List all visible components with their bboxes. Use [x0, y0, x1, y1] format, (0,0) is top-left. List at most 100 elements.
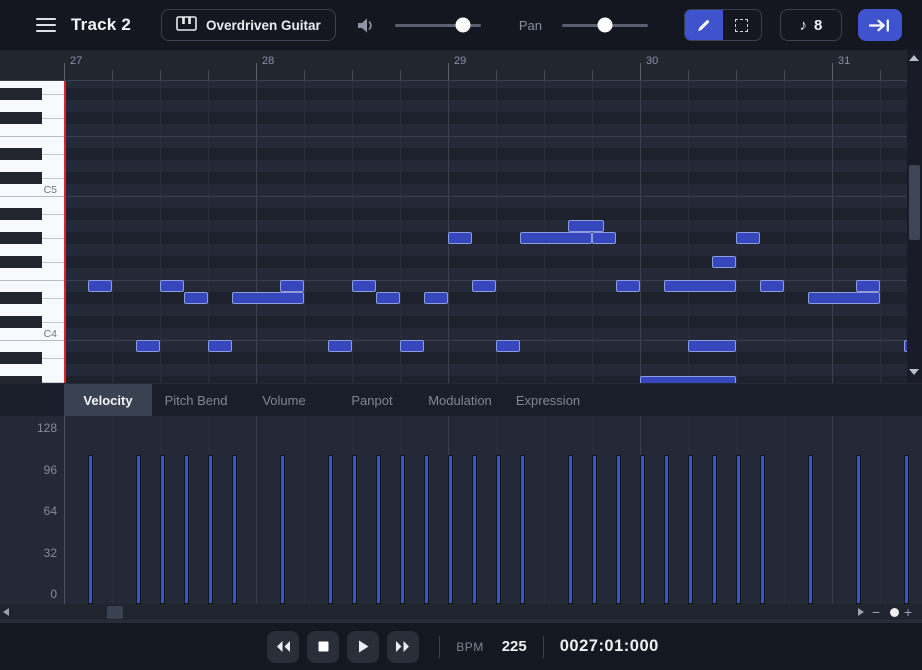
rewind-button[interactable]	[267, 631, 299, 663]
speaker-icon[interactable]	[356, 17, 377, 34]
midi-note[interactable]	[280, 280, 304, 292]
velocity-bar[interactable]	[352, 455, 357, 604]
velocity-bar[interactable]	[712, 455, 717, 604]
velocity-bar[interactable]	[232, 455, 237, 604]
velocity-bar[interactable]	[160, 455, 165, 604]
midi-note[interactable]	[496, 340, 520, 352]
measure-ruler[interactable]: 2728293031	[0, 50, 922, 81]
piano-key-black[interactable]	[0, 256, 42, 268]
tab-expression[interactable]: Expression	[504, 384, 592, 416]
midi-note[interactable]	[736, 232, 760, 244]
velocity-bar[interactable]	[664, 455, 669, 604]
velocity-bar[interactable]	[688, 455, 693, 604]
midi-note[interactable]	[616, 280, 640, 292]
scroll-right-icon[interactable]	[858, 608, 864, 616]
play-button[interactable]	[347, 631, 379, 663]
midi-note[interactable]	[688, 340, 736, 352]
midi-note[interactable]	[856, 280, 880, 292]
menu-icon[interactable]	[36, 18, 56, 32]
velocity-bar[interactable]	[136, 455, 141, 604]
piano-key-black[interactable]	[0, 208, 42, 220]
midi-note[interactable]	[664, 280, 736, 292]
midi-note[interactable]	[400, 340, 424, 352]
piano-key-black[interactable]	[0, 88, 42, 100]
velocity-bar[interactable]	[448, 455, 453, 604]
piano-key-black[interactable]	[0, 292, 42, 304]
tab-volume[interactable]: Volume	[240, 384, 328, 416]
piano-key-black[interactable]	[0, 112, 42, 124]
midi-note[interactable]	[136, 340, 160, 352]
midi-note[interactable]	[352, 280, 376, 292]
horizontal-scrollbar[interactable]: − +	[0, 604, 922, 621]
zoom-slider-thumb[interactable]	[890, 608, 899, 617]
midi-note[interactable]	[424, 292, 448, 304]
midi-note[interactable]	[640, 376, 736, 383]
midi-note[interactable]	[520, 232, 592, 244]
velocity-bar[interactable]	[88, 455, 93, 604]
midi-note[interactable]	[568, 220, 604, 232]
midi-note[interactable]	[808, 292, 880, 304]
midi-note[interactable]	[160, 280, 184, 292]
piano-key-black[interactable]	[0, 316, 42, 328]
piano-key-black[interactable]	[0, 232, 42, 244]
stop-button[interactable]	[307, 631, 339, 663]
instrument-button[interactable]: Overdriven Guitar	[161, 9, 336, 41]
pan-slider[interactable]	[562, 24, 648, 27]
volume-slider-thumb[interactable]	[455, 18, 470, 33]
midi-note[interactable]	[448, 232, 472, 244]
scroll-left-icon[interactable]	[3, 608, 9, 616]
velocity-bar[interactable]	[400, 455, 405, 604]
midi-note[interactable]	[592, 232, 616, 244]
midi-note[interactable]	[88, 280, 112, 292]
tab-modulation[interactable]: Modulation	[416, 384, 504, 416]
midi-note[interactable]	[760, 280, 784, 292]
velocity-bar[interactable]	[760, 455, 765, 604]
velocity-bar[interactable]	[472, 455, 477, 604]
velocity-bar[interactable]	[616, 455, 621, 604]
pan-slider-thumb[interactable]	[597, 18, 612, 33]
velocity-bar[interactable]	[520, 455, 525, 604]
piano-key-black[interactable]	[0, 148, 42, 160]
volume-slider[interactable]	[395, 24, 481, 27]
note-grid[interactable]	[64, 81, 907, 383]
pencil-tool-button[interactable]	[685, 10, 723, 40]
scroll-up-icon[interactable]	[909, 55, 919, 61]
midi-note[interactable]	[184, 292, 208, 304]
scroll-down-icon[interactable]	[909, 369, 919, 375]
vertical-scrollbar-thumb[interactable]	[909, 165, 920, 240]
velocity-bar[interactable]	[736, 455, 741, 604]
velocity-bar[interactable]	[328, 455, 333, 604]
vertical-scrollbar[interactable]	[907, 50, 922, 383]
velocity-bar[interactable]	[496, 455, 501, 604]
piano-key-black[interactable]	[0, 376, 42, 383]
velocity-bar[interactable]	[568, 455, 573, 604]
velocity-bar[interactable]	[904, 455, 909, 604]
midi-note[interactable]	[208, 340, 232, 352]
tab-pitch-bend[interactable]: Pitch Bend	[152, 384, 240, 416]
velocity-bar[interactable]	[376, 455, 381, 604]
piano-key-black[interactable]	[0, 172, 42, 184]
tab-velocity[interactable]: Velocity	[64, 384, 152, 416]
tab-panpot[interactable]: Panpot	[328, 384, 416, 416]
velocity-panel[interactable]: 1289664320	[0, 416, 922, 604]
velocity-bar[interactable]	[808, 455, 813, 604]
midi-note[interactable]	[376, 292, 400, 304]
velocity-bar[interactable]	[280, 455, 285, 604]
velocity-bar[interactable]	[184, 455, 189, 604]
velocity-bar[interactable]	[208, 455, 213, 604]
zoom-out-button[interactable]: −	[872, 604, 880, 621]
velocity-bar[interactable]	[592, 455, 597, 604]
selection-tool-button[interactable]	[723, 10, 761, 40]
playhead[interactable]	[64, 81, 66, 383]
note-length-button[interactable]: ♪ 8	[780, 9, 842, 41]
horizontal-scrollbar-thumb[interactable]	[107, 606, 123, 619]
velocity-bar[interactable]	[856, 455, 861, 604]
midi-note[interactable]	[712, 256, 736, 268]
zoom-in-button[interactable]: +	[904, 604, 912, 621]
bpm-value[interactable]: 225	[502, 638, 527, 655]
jump-to-end-button[interactable]	[858, 9, 902, 41]
velocity-bar[interactable]	[640, 455, 645, 604]
piano-keyboard[interactable]: C5C4	[0, 81, 64, 383]
velocity-bar[interactable]	[424, 455, 429, 604]
piano-key-black[interactable]	[0, 352, 42, 364]
